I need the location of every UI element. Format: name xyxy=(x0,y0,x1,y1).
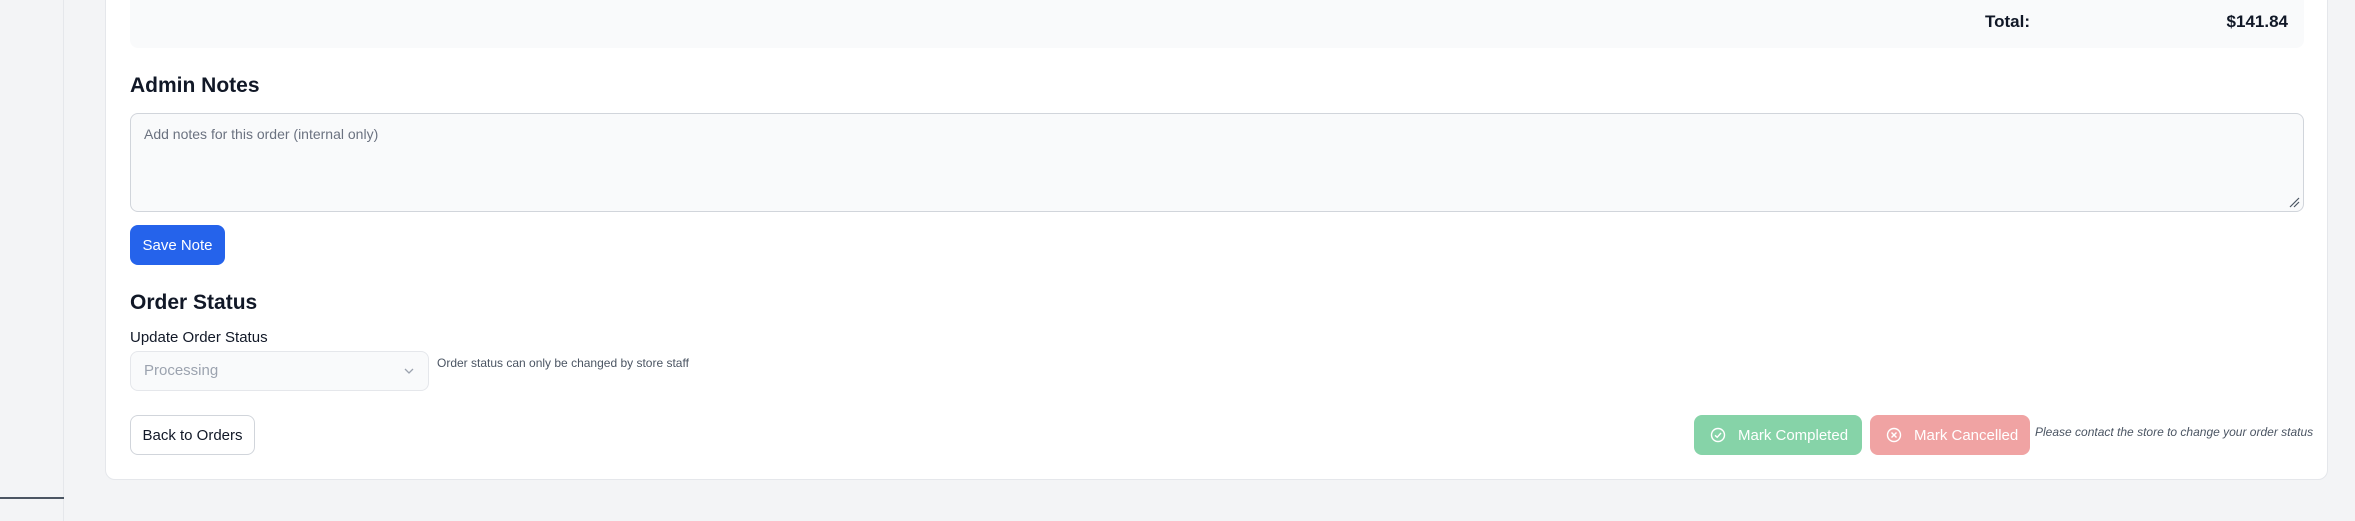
back-to-orders-button[interactable]: Back to Orders xyxy=(130,415,255,455)
order-total-box xyxy=(130,0,2304,48)
mark-cancelled-button[interactable]: Mark Cancelled xyxy=(1870,415,2030,455)
sidebar xyxy=(0,0,64,521)
order-detail-card xyxy=(105,0,2328,480)
mark-cancelled-label: Mark Cancelled xyxy=(1914,426,2019,444)
save-note-button[interactable]: Save Note xyxy=(130,225,225,265)
status-change-hint: Order status can only be changed by stor… xyxy=(437,356,689,370)
admin-notes-input[interactable] xyxy=(130,113,2304,212)
mark-completed-button[interactable]: Mark Completed xyxy=(1694,415,1862,455)
contact-store-note: Please contact the store to change your … xyxy=(2035,425,2314,439)
order-status-selected-value: Processing xyxy=(144,362,219,379)
update-order-status-label: Update Order Status xyxy=(130,329,268,346)
order-status-title: Order Status xyxy=(130,291,258,314)
x-circle-icon xyxy=(1886,427,1902,443)
total-label: Total: xyxy=(1985,12,2031,31)
order-status-select[interactable]: Processing xyxy=(130,351,429,391)
total-value: $141.84 xyxy=(2226,12,2288,31)
resize-grip-icon[interactable] xyxy=(2288,196,2300,208)
admin-notes-title: Admin Notes xyxy=(130,74,260,97)
sidebar-divider xyxy=(0,497,64,499)
mark-completed-label: Mark Completed xyxy=(1738,426,1849,444)
chevron-down-icon xyxy=(404,368,414,374)
check-circle-icon xyxy=(1710,427,1726,443)
